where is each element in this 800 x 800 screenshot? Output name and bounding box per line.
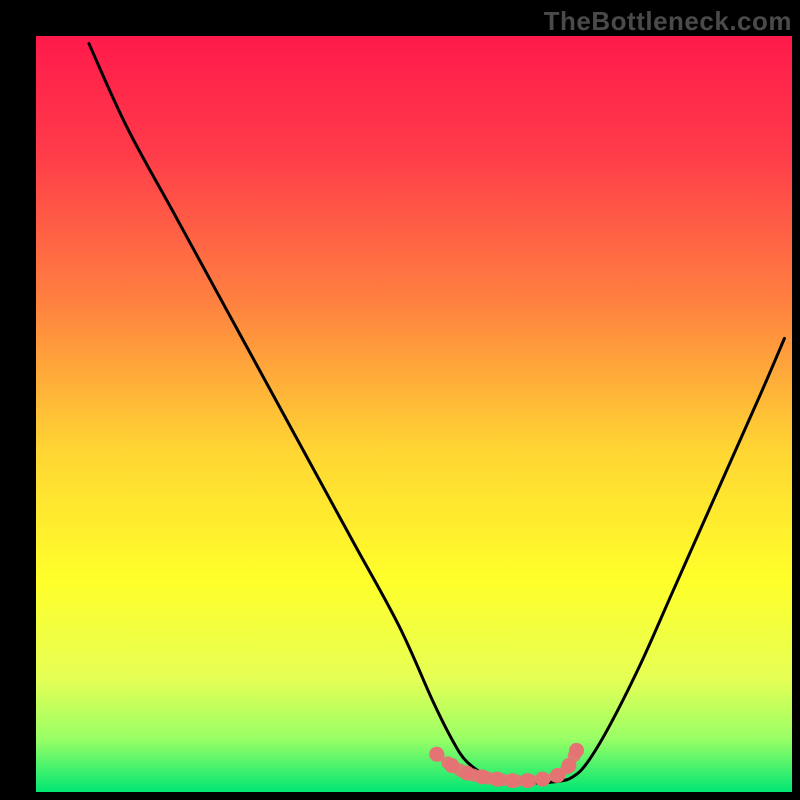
chart-frame: TheBottleneck.com (0, 0, 800, 800)
chart-background (36, 36, 792, 792)
chart-canvas (0, 0, 800, 800)
watermark-text: TheBottleneck.com (544, 6, 792, 37)
